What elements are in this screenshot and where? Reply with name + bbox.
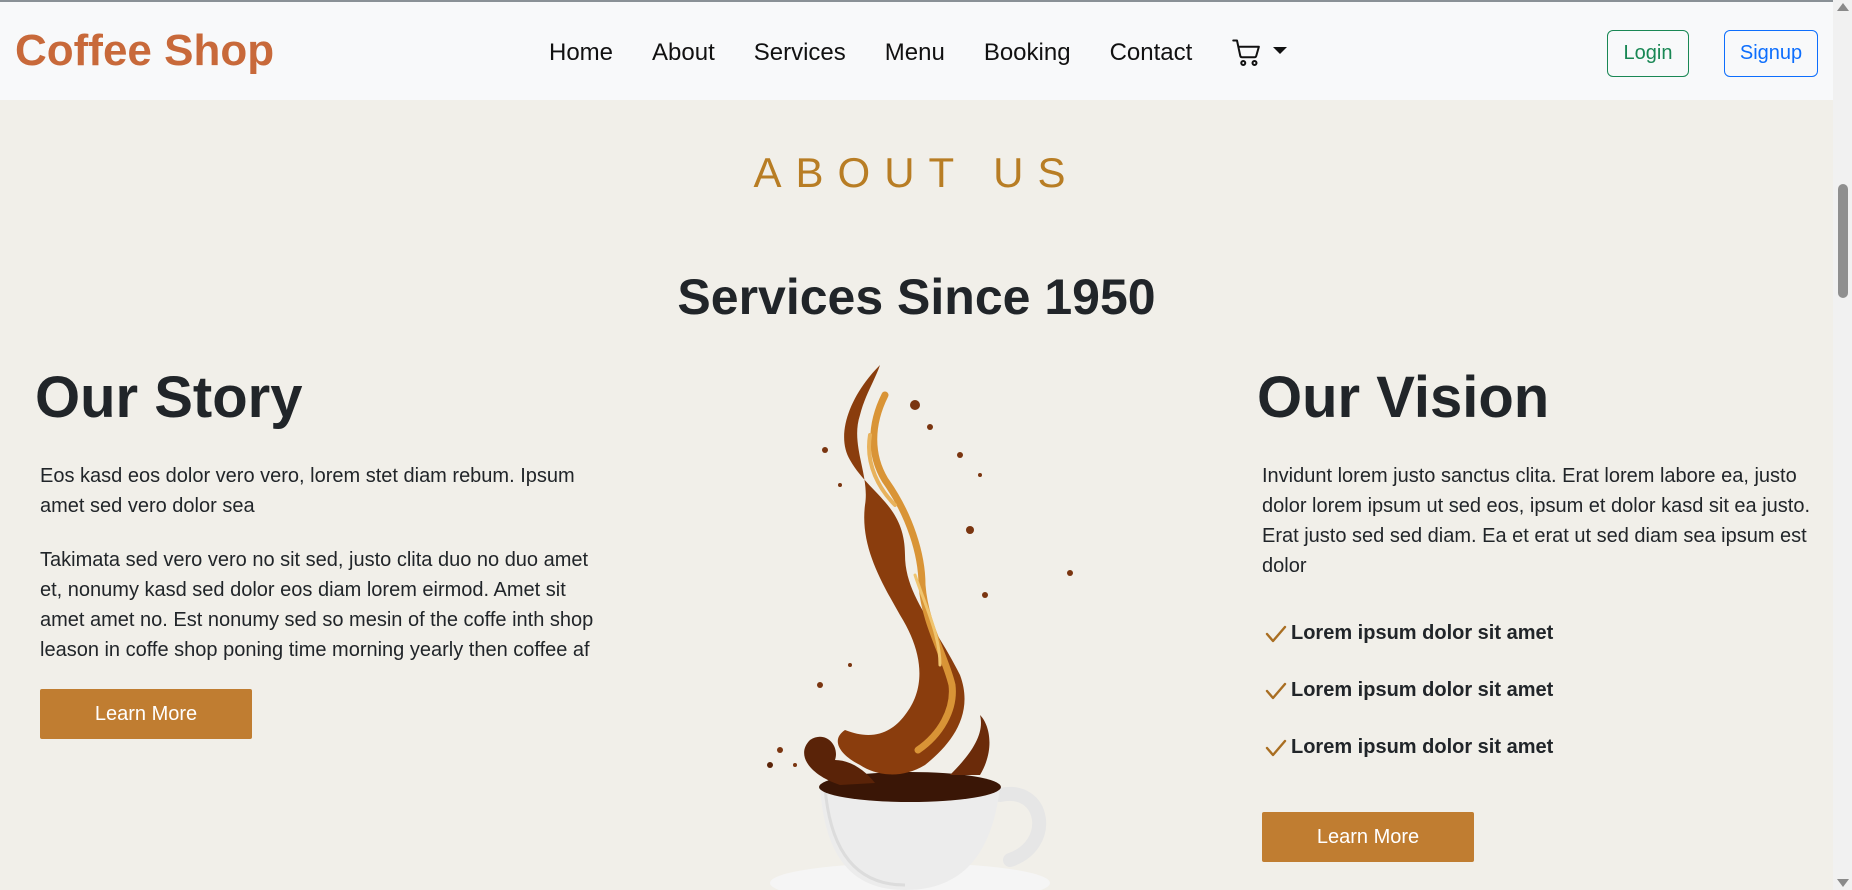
nav-link-booking[interactable]: Booking: [984, 39, 1071, 67]
our-story-heading: Our Story: [35, 365, 303, 430]
checkmark-icon: [1265, 625, 1287, 642]
scroll-down-arrow-icon[interactable]: [1837, 879, 1849, 887]
login-button[interactable]: Login: [1607, 30, 1689, 77]
section-eyebrow: ABOUT US: [753, 149, 1080, 196]
checklist-item: Lorem ipsum dolor sit amet: [1265, 719, 1817, 776]
coffee-splash-image: [700, 355, 1140, 890]
our-vision-heading: Our Vision: [1257, 365, 1550, 430]
checkmark-icon: [1265, 739, 1287, 756]
nav-link-services[interactable]: Services: [754, 39, 846, 67]
cart-dropdown[interactable]: [1232, 38, 1288, 68]
nav-link-contact[interactable]: Contact: [1110, 39, 1193, 67]
vision-learn-more-button[interactable]: Learn More: [1262, 812, 1474, 862]
checklist-item-label: Lorem ipsum dolor sit amet: [1291, 622, 1554, 644]
signup-button[interactable]: Signup: [1724, 30, 1818, 77]
nav-link-about[interactable]: About: [652, 39, 715, 67]
nav-links: Home About Services Menu Booking Contact: [549, 38, 1288, 68]
navbar: Coffee Shop Home About Services Menu Boo…: [0, 0, 1833, 100]
checklist-item-label: Lorem ipsum dolor sit amet: [1291, 679, 1554, 701]
checklist-item-label: Lorem ipsum dolor sit amet: [1291, 736, 1554, 758]
shopping-cart-icon: [1232, 39, 1261, 66]
vertical-scrollbar[interactable]: [1833, 0, 1852, 890]
section-title: Services Since 1950: [677, 269, 1156, 325]
brand-logo[interactable]: Coffee Shop: [15, 26, 274, 76]
chevron-down-icon: [1273, 46, 1288, 54]
vision-checklist: Lorem ipsum dolor sit amet Lorem ipsum d…: [1257, 605, 1817, 776]
scrollbar-thumb[interactable]: [1838, 184, 1848, 298]
our-vision-column: Our Vision Invidunt lorem justo sanctus …: [1257, 364, 1817, 862]
story-paragraph: Takimata sed vero vero no sit sed, justo…: [40, 549, 594, 661]
story-paragraph: Eos kasd eos dolor vero vero, lorem stet…: [40, 465, 575, 517]
checkmark-icon: [1265, 682, 1287, 699]
checklist-item: Lorem ipsum dolor sit amet: [1265, 605, 1817, 662]
scroll-up-arrow-icon[interactable]: [1837, 3, 1849, 11]
story-learn-more-button[interactable]: Learn More: [40, 689, 252, 739]
checklist-item: Lorem ipsum dolor sit amet: [1265, 662, 1817, 719]
vision-paragraph: Invidunt lorem justo sanctus clita. Erat…: [1262, 465, 1811, 577]
nav-link-home[interactable]: Home: [549, 39, 613, 67]
nav-link-menu[interactable]: Menu: [885, 39, 945, 67]
our-story-column: Our Story Eos kasd eos dolor vero vero, …: [35, 364, 595, 739]
